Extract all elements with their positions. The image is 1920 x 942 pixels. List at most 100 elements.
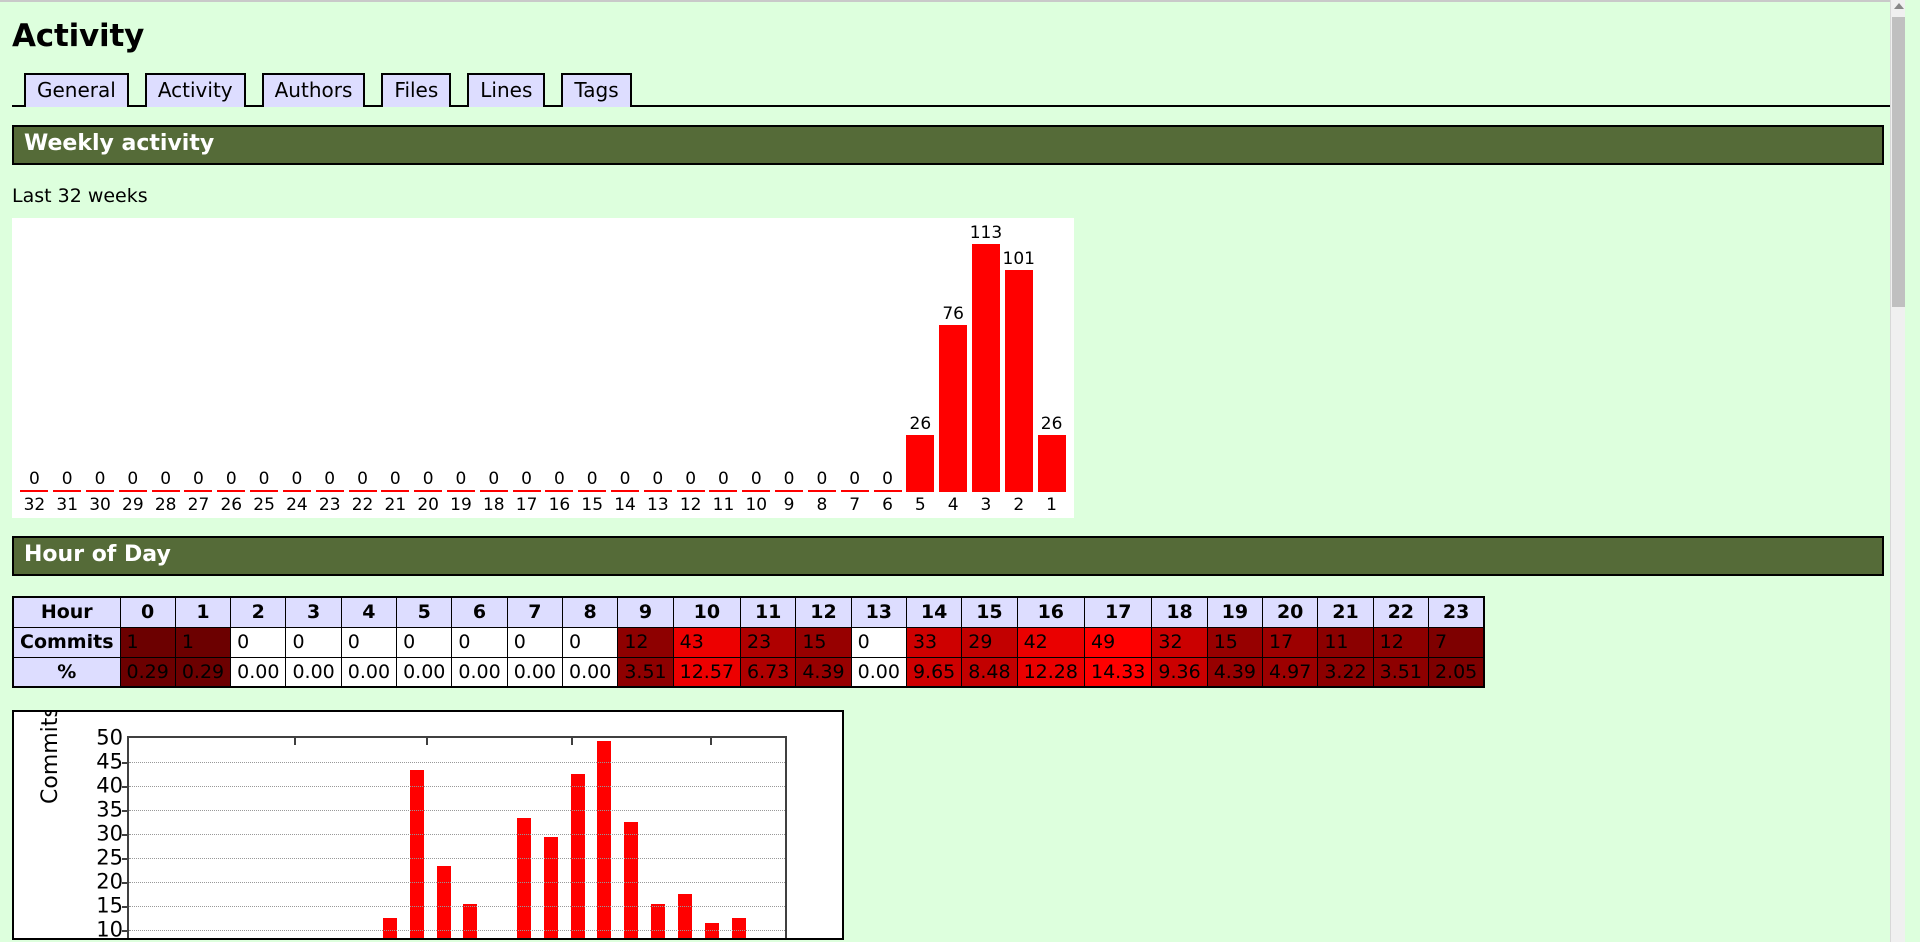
hour-percent-cell: 3.51	[617, 656, 674, 688]
hour-percent-cell: 3.22	[1317, 656, 1374, 688]
weekly-axis-label: 19	[450, 495, 472, 515]
weekly-axis-label: 31	[56, 495, 79, 515]
hour-percent-cell: 4.39	[1206, 656, 1264, 688]
weekly-bar-value: 26	[909, 414, 932, 434]
hour-chart-xtick-mark	[294, 738, 296, 745]
page-title: Activity	[12, 18, 145, 54]
hour-percent-cell: 9.65	[905, 656, 963, 688]
hour-chart-ytick-mark	[122, 882, 129, 884]
hour-chart-bar	[731, 918, 746, 938]
hour-percent-cell: 12.57	[672, 656, 742, 688]
hour-column-header: 8	[561, 596, 619, 628]
weekly-column: 07	[838, 218, 871, 518]
page-content: Activity General Activity Authors Files …	[0, 18, 1905, 940]
weekly-axis-label: 20	[417, 495, 439, 515]
page-root: Activity General Activity Authors Files …	[0, 0, 1905, 942]
hour-chart-column	[698, 738, 725, 938]
hour-percent-cell: 0.00	[396, 656, 453, 688]
hour-percent-cell: 4.39	[795, 656, 852, 688]
hour-chart-gridline	[129, 810, 785, 811]
weekly-column: 0 31	[51, 218, 84, 518]
weekly-column: 0 20	[412, 218, 445, 518]
weekly-column: 0 23	[313, 218, 346, 518]
weekly-axis-label: 21	[384, 495, 407, 515]
hour-chart-xtick-mark	[426, 738, 428, 745]
hour-chart-ytick-mark	[122, 930, 129, 932]
window-top-edge	[0, 0, 1905, 2]
weekly-bar-value: 0	[389, 469, 401, 489]
weekly-column: 0 27	[182, 218, 215, 518]
hour-of-day-table: Hour 0 1 2 3 4 5 6 7 8 9 10 11 12 13 14 15 16 17 18 19 20 21 2…	[12, 596, 1486, 688]
hour-percent-cell: 0.00	[561, 656, 619, 688]
weekly-column: 0 22	[346, 218, 379, 518]
hour-commits-cell: 1	[174, 626, 232, 658]
hour-chart-column	[752, 738, 779, 938]
weekly-bar-value: 0	[258, 469, 270, 489]
weekly-bar-value: 0	[324, 469, 336, 489]
hour-percent-cell: 9.36	[1151, 656, 1208, 688]
vertical-scrollbar[interactable]	[1890, 0, 1905, 942]
hour-chart-gridline	[129, 762, 785, 763]
hour-chart-gridline	[129, 930, 785, 931]
hour-chart-bar	[704, 923, 719, 938]
weekly-bar-value: 0	[521, 469, 532, 489]
weekly-column: 06	[871, 218, 904, 518]
hour-chart-column	[537, 738, 564, 938]
hour-commits-cell: 0	[230, 626, 287, 658]
tab-lines[interactable]: Lines	[467, 73, 546, 107]
hour-chart-ytick-label: 15	[96, 893, 123, 918]
hour-chart-column	[725, 738, 752, 938]
hour-percent-cell: 0.00	[506, 656, 564, 688]
hour-chart-ytick-mark	[122, 906, 129, 908]
hour-chart-bars	[131, 738, 783, 938]
weekly-bar-value: 26	[1040, 414, 1063, 434]
hour-chart-bar	[624, 822, 639, 938]
hour-column-header: 17	[1083, 596, 1153, 628]
hour-percent-cell: 2.05	[1427, 656, 1485, 688]
hour-chart-column	[484, 738, 511, 938]
hour-chart-column	[296, 738, 323, 938]
weekly-range-note: Last 32 weeks	[12, 185, 148, 207]
weekly-axis-label: 5	[914, 495, 926, 515]
hour-chart-ytick-mark	[122, 786, 129, 788]
hour-chart-gridline	[129, 834, 785, 835]
hour-column-header: 0	[119, 596, 176, 628]
hour-column-header: 22	[1372, 596, 1429, 628]
hour-commits-cell: 0	[451, 626, 508, 658]
weekly-axis-label: 9	[783, 495, 795, 515]
section-header-hour-of-day: Hour of Day	[12, 536, 1884, 576]
hour-column-header: 7	[506, 596, 564, 628]
hour-chart-gridline	[129, 882, 785, 883]
hour-chart-bar	[436, 866, 451, 938]
hour-column-header: 14	[905, 596, 963, 628]
tab-activity[interactable]: Activity	[144, 73, 246, 107]
tab-general[interactable]: General	[24, 73, 129, 107]
weekly-column: 76 4	[937, 218, 970, 518]
tab-files[interactable]: Files	[381, 73, 452, 107]
hour-chart-bar	[517, 818, 531, 938]
weekly-bar-value: 0	[61, 469, 73, 489]
hour-chart-column	[323, 738, 350, 938]
hour-chart-bar	[409, 770, 424, 938]
weekly-bar-value: 0	[94, 469, 106, 489]
tab-authors[interactable]: Authors	[261, 73, 366, 107]
weekly-axis-label: 7	[849, 495, 861, 515]
hour-percent-cell: 14.33	[1083, 656, 1153, 688]
scroll-up-arrow-icon[interactable]	[1894, 3, 1904, 9]
weekly-bar-value: 0	[193, 469, 204, 489]
hour-chart-ytick-mark	[122, 810, 129, 812]
tab-tags[interactable]: Tags	[561, 73, 632, 107]
hour-chart-plot-area: 50 45 40 35 30 25 20 15 10	[96, 726, 787, 938]
weekly-activity-chart: 0 32 0 31 0 30 0 29 0 28 0 27 0 26 0 25 0 24 0 23 0 22 0 21 0 20 0…	[12, 218, 1074, 518]
weekly-axis-label: 6	[882, 495, 893, 515]
weekly-bar-value: 0	[160, 469, 172, 489]
scrollbar-thumb[interactable]	[1892, 17, 1905, 307]
hour-commits-cell: 32	[1151, 626, 1208, 658]
weekly-column: 0 14	[609, 218, 642, 518]
weekly-axis-label: 11	[712, 495, 735, 515]
hour-chart-ylabel: Commits	[38, 710, 63, 804]
weekly-column: 26 5	[904, 218, 937, 518]
weekly-bar-columns: 0 32 0 31 0 30 0 29 0 28 0 27 0 26 0 25 0 24 0 23 0 22 0 21 0 20 0…	[12, 218, 1074, 518]
tab-bar: General Activity Authors Files Lines Tag…	[12, 66, 1893, 107]
weekly-axis-label: 15	[581, 495, 604, 515]
